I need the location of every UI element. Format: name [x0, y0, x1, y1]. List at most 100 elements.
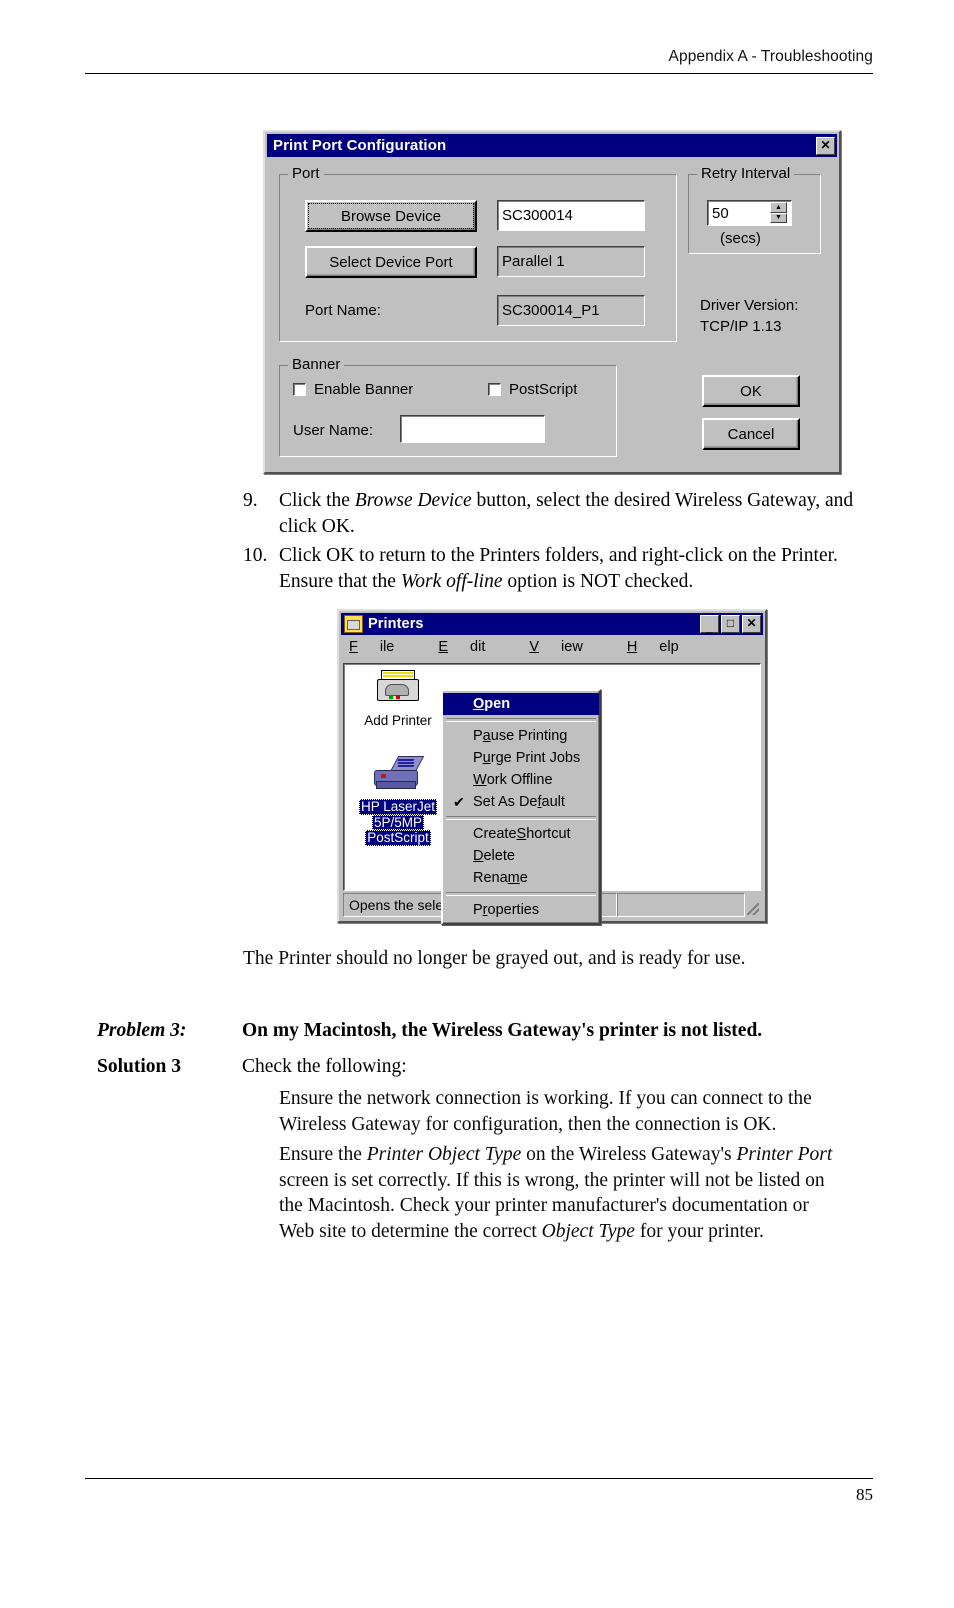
printers-window: Printers _ □ ✕ File Edit View Help Add P… [337, 609, 767, 925]
device-name-field[interactable]: SC300014 [497, 200, 645, 231]
minimize-icon[interactable]: _ [700, 615, 719, 633]
user-name-label: User Name: [293, 422, 374, 439]
printers-titlebar: Printers _ □ ✕ [341, 613, 763, 635]
hp-laserjet-caption: HP LaserJet 5P/5MP PostScript [352, 799, 444, 846]
menu-item-set-as-default[interactable]: ✔ Set As De f ault [443, 791, 599, 813]
device-port-field: Parallel 1 [497, 246, 645, 277]
checkmark-icon: ✔ [453, 794, 465, 810]
step-10-line1: Click OK to return to the Printers folde… [279, 545, 777, 566]
port-name-label: Port Name: [305, 302, 381, 319]
dialog-titlebar: Print Port Configuration ✕ [267, 134, 837, 157]
menu-separator [446, 816, 596, 820]
menu-item-open-label: pen [484, 696, 511, 712]
browse-device-button[interactable]: Browse Device [305, 200, 477, 232]
driver-version-line2: TCP/IP 1.13 [700, 318, 782, 335]
bullet2-a: Ensure the [279, 1144, 367, 1165]
menu-item-properties[interactable]: Pr operties [443, 899, 599, 921]
menu-item-delete[interactable]: Delete [443, 845, 599, 867]
document-page: Appendix A - Troubleshooting Print Port … [0, 0, 954, 1608]
menu-item-pause-printing[interactable]: Pa use Printing [443, 725, 599, 747]
step-9-emphasis: Browse Device [354, 490, 472, 511]
driver-version-line1: Driver Version: [700, 297, 799, 314]
step-10: 10. Click OK to return to the Printers f… [243, 543, 875, 594]
printers-folder-icon [344, 615, 363, 633]
add-printer-caption: Add Printer [364, 713, 432, 728]
menu-file[interactable]: File [349, 639, 416, 655]
printer-context-menu: Open Pa use Printing Pu rge Print Jobs Wor… [441, 689, 601, 925]
page-header: Appendix A - Troubleshooting [85, 48, 873, 74]
retry-units-label: (secs) [720, 230, 761, 247]
step-9-text: Click the Browse Device button, select t… [279, 488, 875, 539]
postscript-label: PostScript [509, 381, 578, 398]
menu-separator [446, 892, 596, 896]
page-number: 85 [856, 1485, 873, 1504]
cancel-button[interactable]: Cancel [702, 418, 800, 450]
solution-3-bullet-1: Ensure the network connection is working… [279, 1088, 812, 1135]
resize-grip-icon[interactable] [745, 893, 761, 917]
ok-button[interactable]: OK [702, 375, 800, 407]
retry-interval-spinner[interactable]: ▲ ▼ [770, 202, 787, 223]
print-port-configuration-dialog: Print Port Configuration ✕ Port Browse D… [263, 130, 841, 474]
problem-3-label: Problem 3: [97, 1020, 187, 1041]
enable-banner-checkbox[interactable] [293, 383, 306, 396]
header-title: Appendix A - Troubleshooting [668, 48, 873, 65]
printers-menubar: File Edit View Help [339, 635, 765, 659]
enable-banner-label: Enable Banner [314, 381, 414, 398]
menu-item-rename[interactable]: Rena m e [443, 867, 599, 889]
step-9-line1-b: button, select the desired Wireless Gate… [471, 490, 821, 511]
spinner-down-icon[interactable]: ▼ [770, 212, 787, 223]
menu-separator [446, 718, 596, 722]
status-panel-secondary [617, 893, 745, 917]
footer-rule [85, 1478, 873, 1479]
port-groupbox-label: Port [288, 165, 324, 182]
solution-3-bullet-2: Ensure the Printer Object Type on the Wi… [279, 1142, 839, 1244]
bullet2-em3: Object Type [541, 1220, 635, 1242]
step-10-number: 10. [243, 545, 268, 566]
user-name-field[interactable] [400, 415, 545, 443]
bullet2-em2: Printer Port [736, 1144, 833, 1165]
step-10-line2-b: option is NOT checked. [502, 570, 694, 592]
bullet2-em1: Printer Object Type [366, 1144, 522, 1165]
header-rule [85, 73, 873, 74]
solution-3-intro: Check the following: [242, 1056, 407, 1077]
port-name-field: SC300014_P1 [497, 295, 645, 326]
solution-3-label: Solution 3 [97, 1056, 181, 1077]
maximize-icon[interactable]: □ [721, 615, 740, 633]
menu-item-work-offline[interactable]: Work Offline [443, 769, 599, 791]
list-item-add-printer[interactable]: Add Printer [352, 670, 444, 729]
menu-view[interactable]: View [529, 639, 604, 655]
bullet2-b: on the Wireless Gateway's [521, 1144, 737, 1165]
problem-3-statement: On my Macintosh, the Wireless Gateway's … [242, 1020, 763, 1041]
step-9-number: 9. [243, 490, 258, 511]
postscript-checkbox[interactable] [488, 383, 501, 396]
menu-item-create-shortcut[interactable]: Create Shortcut [443, 823, 599, 845]
close-icon[interactable]: ✕ [742, 615, 761, 633]
close-icon[interactable]: ✕ [816, 136, 835, 155]
hp-laserjet-caption-line2: 5P/5MP [371, 814, 425, 830]
step-10-emphasis: Work off-line [400, 570, 503, 592]
solution-3-row: Solution 3 Check the following: [97, 1054, 877, 1080]
menu-item-purge-print-jobs[interactable]: Pu rge Print Jobs [443, 747, 599, 769]
printers-window-title: Printers [368, 616, 424, 632]
list-item-hp-laserjet[interactable]: HP LaserJet 5P/5MP PostScript [352, 756, 444, 846]
menu-edit[interactable]: Edit [438, 639, 507, 655]
bullet2-d: for your printer. [634, 1220, 764, 1242]
dialog-title: Print Port Configuration [273, 137, 447, 154]
menu-item-open[interactable]: Open [443, 693, 599, 715]
menu-help[interactable]: Help [627, 639, 701, 655]
problem-3-row: Problem 3: On my Macintosh, the Wireless… [97, 1018, 877, 1044]
banner-groupbox: Banner [279, 356, 617, 457]
hp-laserjet-caption-line1: HP LaserJet [358, 799, 438, 815]
menu-item-open-hotkey: O [473, 696, 485, 712]
step-9: 9. Click the Browse Device button, selec… [243, 488, 875, 539]
add-printer-icon [375, 670, 421, 710]
step-10-text: Click OK to return to the Printers folde… [279, 543, 875, 594]
retry-interval-label: Retry Interval [697, 165, 795, 182]
spinner-up-icon[interactable]: ▲ [770, 202, 787, 213]
printer-icon [372, 756, 425, 796]
hp-laserjet-caption-line3: PostScript [365, 830, 431, 846]
banner-groupbox-label: Banner [288, 356, 345, 373]
select-device-port-button[interactable]: Select Device Port [305, 246, 477, 278]
step-9-line1-a: Click the [279, 490, 355, 511]
page-footer: 85 [85, 1478, 873, 1505]
